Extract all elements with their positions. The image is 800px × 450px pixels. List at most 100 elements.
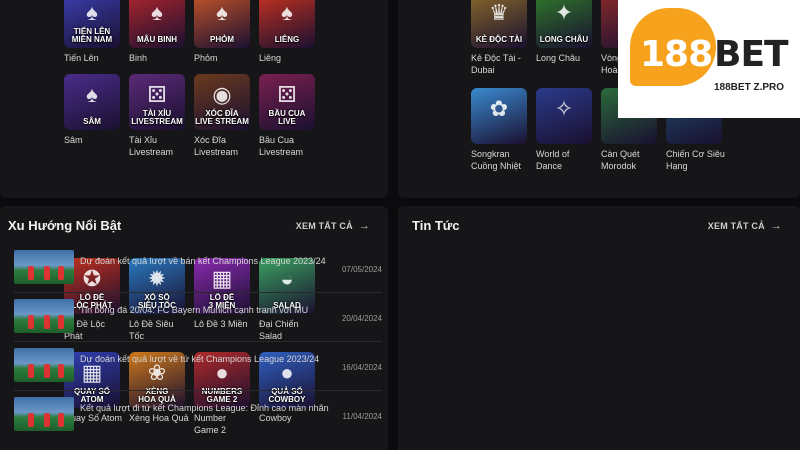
game-name: Xóc Đĩa Livestream: [194, 135, 239, 157]
splash-icon: ✿: [489, 96, 509, 122]
game-thumbnail-label: LIÊNG: [274, 35, 300, 44]
player-figure: [44, 266, 50, 280]
news-divider: [14, 292, 382, 293]
game-tile[interactable]: ♛ KẺ ĐỘC TÀI Kẻ Độc Tài - Dubai: [471, 0, 531, 76]
game-thumbnail[interactable]: ◉ XÓC ĐĨA LIVE STREAM: [194, 74, 250, 130]
news-divider: [14, 341, 382, 342]
news-date: 07/05/2024: [341, 265, 382, 274]
game-thumbnail-label: LONG CHÂU: [539, 35, 589, 44]
game-tile[interactable]: ✦ LONG CHÂU Long Châu: [536, 0, 596, 64]
news-headline[interactable]: Kết quả lượt đi tứ kết Champions League:…: [80, 403, 329, 413]
game-thumbnail[interactable]: ♠ SÂM: [64, 74, 120, 130]
game-tile[interactable]: ♠ PHỎM Phỏm: [194, 0, 254, 64]
logo-text: BET: [714, 34, 789, 75]
player-figure: [44, 315, 50, 329]
game-thumbnail[interactable]: ⚄ BẦU CUA LIVE: [259, 74, 315, 130]
news-item[interactable]: Kết quả lượt đi tứ kết Champions League:…: [14, 397, 382, 433]
game-name: Càn Quét Morodok: [601, 149, 640, 171]
game-name: Tài Xỉu Livestream: [129, 135, 174, 157]
dice-icon: ⚄: [277, 82, 297, 108]
game-tile[interactable]: ✿ Songkran Cuồng Nhiệt: [471, 88, 531, 172]
game-thumbnail[interactable]: ♠ LIÊNG: [259, 0, 315, 48]
game-name: Tiến Lên: [64, 53, 99, 63]
cards-icon: ♠: [86, 0, 98, 26]
news-thumbnail[interactable]: [14, 348, 74, 382]
game-thumbnail-label: PHỎM: [210, 35, 234, 44]
game-tile[interactable]: ⚄ TÀI XỈU LIVESTREAM Tài Xỉu Livestream: [129, 74, 189, 158]
game-tile[interactable]: ✧ World of Dance: [536, 88, 596, 172]
game-name: Sâm: [64, 135, 83, 145]
see-all-label: XEM TẤT CẢ: [295, 221, 353, 231]
game-thumbnail[interactable]: ✧: [536, 88, 592, 144]
game-name: Long Châu: [536, 53, 581, 63]
dice-icon: ⚄: [147, 82, 167, 108]
game-name: Bầu Cua Livestream: [259, 135, 304, 157]
logo-subtext: 188BET Z.PRO: [714, 82, 785, 93]
news-thumbnail[interactable]: [14, 299, 74, 333]
game-name: Phỏm: [194, 53, 218, 63]
cards-icon: ♠: [216, 0, 228, 26]
news-divider: [14, 390, 382, 391]
player-figure: [28, 413, 34, 427]
brand-logo[interactable]: 188 BET 188BET Z.PRO: [618, 0, 800, 118]
game-thumbnail-label: TIẾN LÊN MIỀN NAM: [71, 27, 113, 44]
news-date: 16/04/2024: [341, 363, 382, 372]
news-date: 20/04/2024: [341, 314, 382, 323]
game-thumbnail-label: KẺ ĐỘC TÀI: [475, 35, 523, 44]
news-headline[interactable]: Tin bóng đá 20/04: FC Bayern Munich cạnh…: [80, 305, 308, 315]
game-name: Chiến Cơ Siêu Hạng: [666, 149, 725, 171]
game-tile[interactable]: ⚄ BẦU CUA LIVE Bầu Cua Livestream: [259, 74, 319, 158]
game-tile[interactable]: ♠ TIẾN LÊN MIỀN NAM Tiến Lên: [64, 0, 124, 64]
player-figure: [28, 315, 34, 329]
cards-icon: ♠: [151, 0, 163, 26]
game-name: Songkran Cuồng Nhiệt: [471, 149, 522, 171]
game-thumbnail[interactable]: ⚄ TÀI XỈU LIVESTREAM: [129, 74, 185, 130]
trending-see-all-link[interactable]: XEM TẤT CẢ →: [296, 220, 370, 232]
news-item[interactable]: Tin bóng đá 20/04: FC Bayern Munich cạnh…: [14, 299, 382, 335]
see-all-label: XEM TẤT CẢ: [707, 221, 765, 231]
cards-icon: ♠: [281, 0, 293, 26]
news-title: Tin Tức: [412, 218, 460, 233]
game-name: Binh: [129, 53, 148, 63]
news-headline[interactable]: Dự đoán kết quả lượt về bán kết Champion…: [80, 256, 326, 266]
cards-icon: ♠: [86, 82, 98, 108]
game-thumbnail-label: MẬU BINH: [137, 35, 177, 44]
news-item[interactable]: Dự đoán kết quả lượt về bán kết Champion…: [14, 250, 382, 286]
logo-number: 188: [640, 34, 713, 75]
player-figure: [58, 266, 64, 280]
game-thumbnail-label: XÓC ĐĨA LIVE STREAM: [195, 109, 249, 126]
news-date: 11/04/2024: [342, 412, 382, 421]
game-thumbnail[interactable]: ♠ PHỎM: [194, 0, 250, 48]
game-thumbnail[interactable]: ♠ MẬU BINH: [129, 0, 185, 48]
trending-title: Xu Hướng Nổi Bật: [8, 218, 122, 233]
player-figure: [44, 413, 50, 427]
game-name: Kẻ Độc Tài - Dubai: [471, 53, 521, 75]
game-thumbnail[interactable]: ♠ TIẾN LÊN MIỀN NAM: [64, 0, 120, 48]
crown-icon: ♛: [489, 0, 509, 26]
game-tile[interactable]: ♠ SÂM Sâm: [64, 74, 124, 146]
news-thumbnail[interactable]: [14, 397, 74, 431]
news-item[interactable]: Dự đoán kết quả lượt về tứ kết Champions…: [14, 348, 382, 384]
dance-icon: ✧: [554, 96, 574, 122]
player-figure: [28, 266, 34, 280]
game-name: Liêng: [259, 53, 282, 63]
game-thumbnail[interactable]: ♛ KẺ ĐỘC TÀI: [471, 0, 527, 48]
news-see-all-link[interactable]: XEM TẤT CẢ →: [708, 220, 782, 232]
player-figure: [28, 364, 34, 378]
news-headline[interactable]: Dự đoán kết quả lượt về tứ kết Champions…: [80, 354, 319, 364]
game-tile[interactable]: ◉ XÓC ĐĨA LIVE STREAM Xóc Đĩa Livestream: [194, 74, 254, 158]
news-thumbnail[interactable]: [14, 250, 74, 284]
game-thumbnail-label: SÂM: [83, 117, 101, 126]
game-thumbnail-label: BẦU CUA LIVE: [268, 109, 306, 126]
arrow-right-icon: →: [770, 220, 782, 232]
game-thumbnail[interactable]: ✿: [471, 88, 527, 144]
dragon-icon: ✦: [554, 0, 574, 26]
game-thumbnail[interactable]: ✦ LONG CHÂU: [536, 0, 592, 48]
player-figure: [58, 315, 64, 329]
game-tile[interactable]: ♠ LIÊNG Liêng: [259, 0, 319, 64]
player-figure: [44, 364, 50, 378]
player-figure: [58, 364, 64, 378]
news-panel: Tin Tức XEM TẤT CẢ →: [398, 206, 800, 450]
disc-icon: ◉: [212, 82, 232, 108]
game-tile[interactable]: ♠ MẬU BINH Binh: [129, 0, 189, 64]
